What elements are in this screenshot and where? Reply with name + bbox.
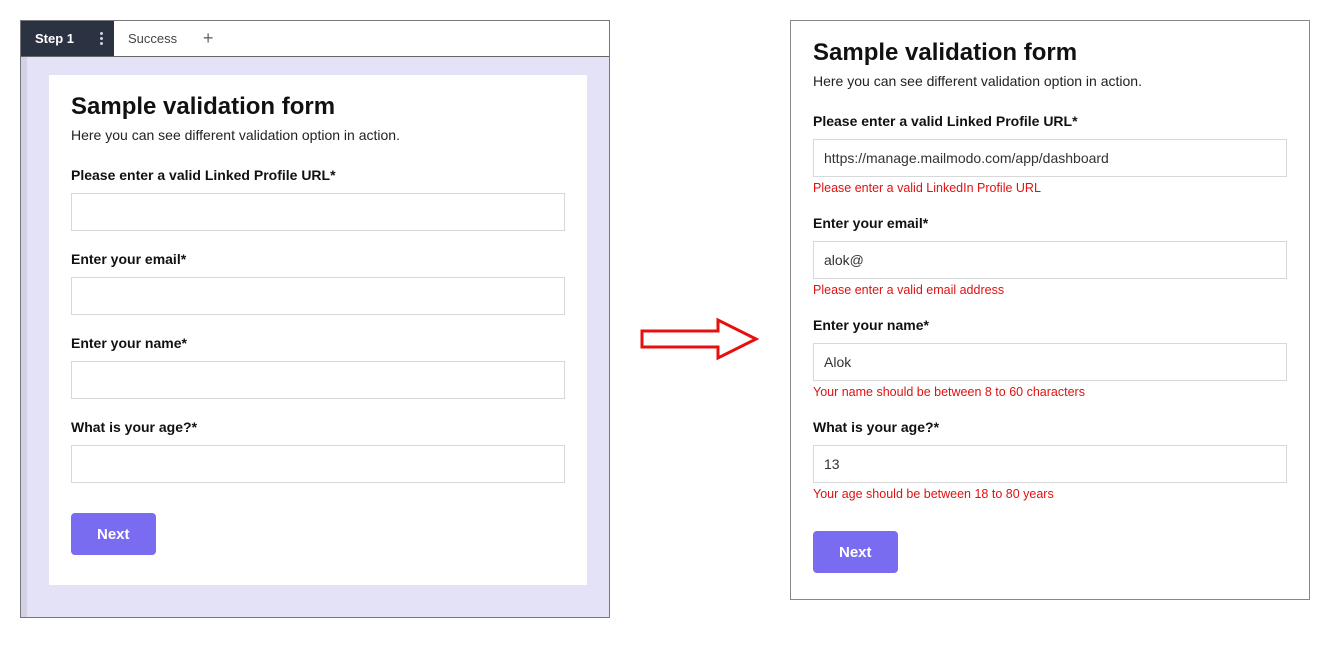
next-button[interactable]: Next [71, 513, 156, 555]
form-title-right: Sample validation form [813, 39, 1287, 67]
kebab-icon [100, 32, 103, 45]
field-email: Enter your email* [71, 251, 565, 315]
label-age-right: What is your age?* [813, 419, 1287, 435]
label-name: Enter your name* [71, 335, 565, 351]
form-subtitle-right: Here you can see different validation op… [813, 73, 1287, 89]
rendered-panel: Sample validation form Here you can see … [790, 20, 1310, 600]
input-linked-right[interactable]: https://manage.mailmodo.com/app/dashboar… [813, 139, 1287, 177]
arrow [640, 274, 760, 364]
input-email-right[interactable]: alok@ [813, 241, 1287, 279]
label-email: Enter your email* [71, 251, 565, 267]
next-button-right[interactable]: Next [813, 531, 898, 573]
tab-bar: Step 1 Success + [21, 21, 609, 57]
field-linked: Please enter a valid Linked Profile URL* [71, 167, 565, 231]
input-age-right[interactable]: 13 [813, 445, 1287, 483]
form-subtitle: Here you can see different validation op… [71, 127, 565, 143]
input-age[interactable] [71, 445, 565, 483]
form-title: Sample validation form [71, 93, 565, 121]
label-email-right: Enter your email* [813, 215, 1287, 231]
field-name-right: Enter your name* Alok Your name should b… [813, 317, 1287, 399]
builder-panel: Step 1 Success + Sample validation form … [20, 20, 610, 618]
label-linked: Please enter a valid Linked Profile URL* [71, 167, 565, 183]
input-name-right[interactable]: Alok [813, 343, 1287, 381]
tab-step1-menu[interactable] [88, 21, 114, 56]
input-email[interactable] [71, 277, 565, 315]
error-age: Your age should be between 18 to 80 year… [813, 487, 1287, 501]
tab-success[interactable]: Success [114, 21, 191, 56]
field-age-right: What is your age?* 13 Your age should be… [813, 419, 1287, 501]
form-card-right: Sample validation form Here you can see … [791, 21, 1309, 599]
label-name-right: Enter your name* [813, 317, 1287, 333]
arrow-icon [640, 314, 760, 364]
input-linked[interactable] [71, 193, 565, 231]
input-name[interactable] [71, 361, 565, 399]
label-age: What is your age?* [71, 419, 565, 435]
tab-add[interactable]: + [191, 21, 225, 56]
label-linked-right: Please enter a valid Linked Profile URL* [813, 113, 1287, 129]
field-age: What is your age?* [71, 419, 565, 483]
builder-canvas: Sample validation form Here you can see … [21, 57, 609, 617]
error-email: Please enter a valid email address [813, 283, 1287, 297]
error-name: Your name should be between 8 to 60 char… [813, 385, 1287, 399]
error-linked: Please enter a valid LinkedIn Profile UR… [813, 181, 1287, 195]
form-card-left: Sample validation form Here you can see … [49, 75, 587, 585]
field-email-right: Enter your email* alok@ Please enter a v… [813, 215, 1287, 297]
field-linked-right: Please enter a valid Linked Profile URL*… [813, 113, 1287, 195]
tab-step1[interactable]: Step 1 [21, 21, 88, 56]
field-name: Enter your name* [71, 335, 565, 399]
